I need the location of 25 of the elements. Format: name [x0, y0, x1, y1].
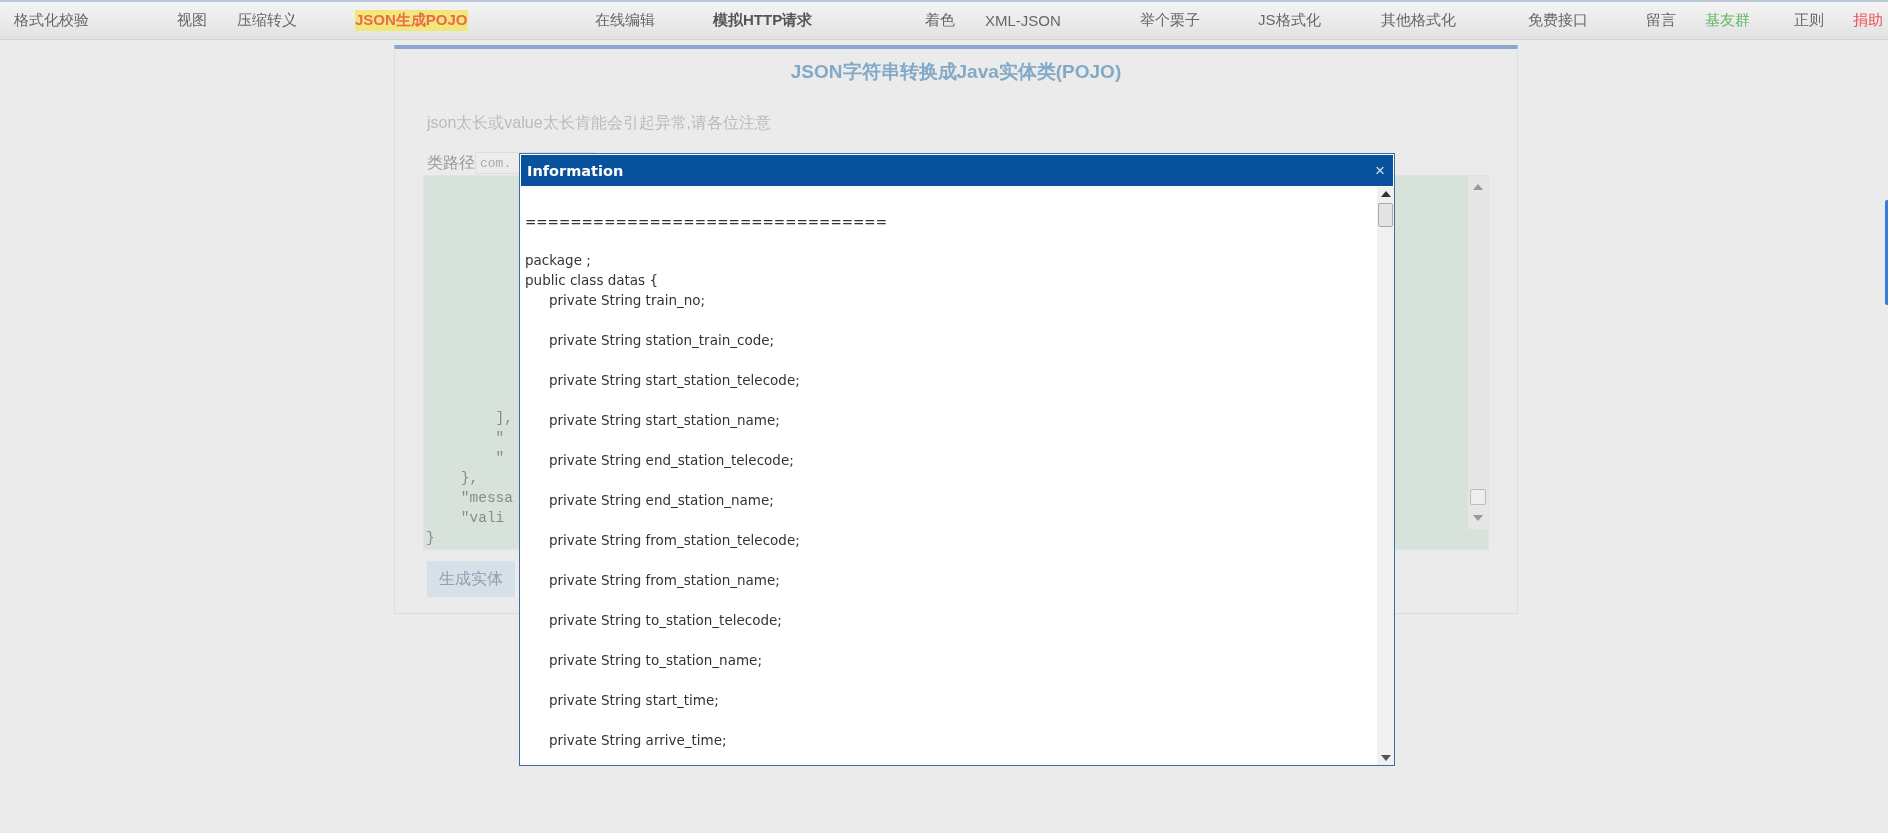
code-line: ": [494, 449, 505, 468]
code-line: "messa: [459, 489, 513, 508]
class-path-label: 类路径: [427, 152, 475, 173]
code-line: ================================: [525, 213, 887, 232]
code-line: private String station_train_code;: [549, 331, 775, 350]
code-line: "vali: [459, 509, 505, 528]
code-line: private String to_station_telecode;: [549, 611, 782, 630]
code-line: },: [459, 469, 479, 488]
code-line: ],: [494, 409, 513, 428]
code-line: private String to_station_name;: [549, 651, 762, 670]
code-line: package ;: [525, 251, 591, 270]
code-line: public class datas {: [525, 271, 659, 290]
code-line: private String end_station_name;: [549, 491, 774, 510]
code-line: private String start_station_telecode;: [549, 371, 800, 390]
code-line: private String from_station_telecode;: [549, 531, 800, 550]
code-line: private String start_station_name;: [549, 411, 780, 430]
code-line: private String train_no;: [549, 291, 706, 310]
dialog-title: Information: [527, 162, 624, 179]
code-line: ": [494, 429, 505, 448]
code-line: private String start_time;: [549, 691, 719, 710]
code-line: private String arrive_time;: [549, 731, 727, 750]
code-line: private String end_station_telecode;: [549, 451, 794, 470]
code-line: private String from_station_name;: [549, 571, 780, 590]
code-line: }: [426, 529, 435, 548]
page-title: JSON字符串转换成Java实体类(POJO): [789, 60, 1123, 84]
